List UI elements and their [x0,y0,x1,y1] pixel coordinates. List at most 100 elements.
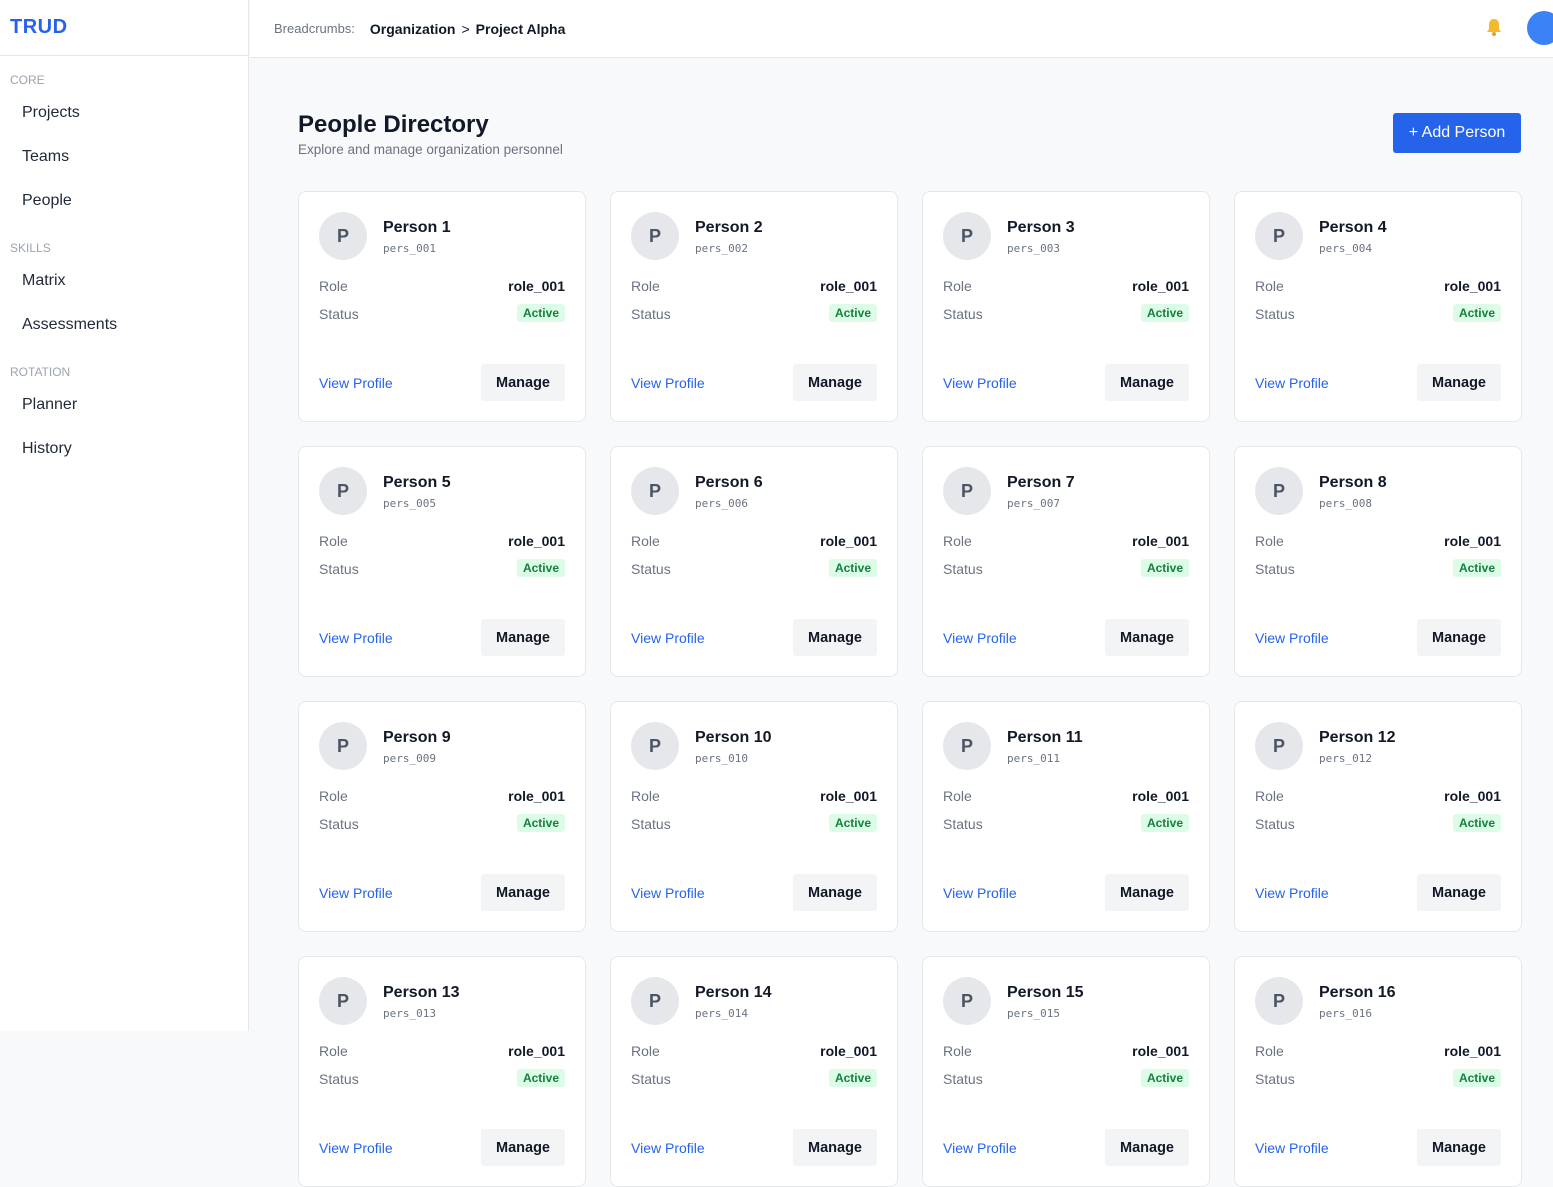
manage-button[interactable]: Manage [481,874,565,911]
role-label: Role [1255,1043,1284,1059]
person-avatar: P [1255,722,1303,770]
person-id: pers_003 [1007,242,1060,255]
user-avatar[interactable] [1527,11,1553,45]
sidebar-item-matrix[interactable]: Matrix [0,259,248,303]
manage-button[interactable]: Manage [1105,619,1189,656]
page-subtitle: Explore and manage organization personne… [298,142,563,157]
person-card: P Person 7 pers_007 Role role_001 Status… [922,446,1210,677]
person-id: pers_016 [1319,1007,1372,1020]
manage-button[interactable]: Manage [1417,1129,1501,1166]
manage-button[interactable]: Manage [793,619,877,656]
person-avatar: P [943,467,991,515]
view-profile-link[interactable]: View Profile [631,630,705,646]
person-card: P Person 4 pers_004 Role role_001 Status… [1234,191,1522,422]
status-badge: Active [828,304,877,322]
person-name: Person 13 [383,984,460,1001]
view-profile-link[interactable]: View Profile [631,1140,705,1156]
manage-button[interactable]: Manage [481,619,565,656]
person-avatar: P [943,212,991,260]
nav-section-core: CORE [10,73,45,87]
view-profile-link[interactable]: View Profile [319,630,393,646]
person-name: Person 10 [695,729,772,746]
view-profile-link[interactable]: View Profile [943,375,1017,391]
view-profile-link[interactable]: View Profile [319,885,393,901]
view-profile-link[interactable]: View Profile [631,885,705,901]
role-label: Role [1255,533,1284,549]
person-card: P Person 8 pers_008 Role role_001 Status… [1234,446,1522,677]
status-label: Status [1255,1071,1295,1087]
sidebar-item-assessments[interactable]: Assessments [0,303,248,347]
bell-icon[interactable] [1485,17,1503,37]
person-name: Person 1 [383,219,451,236]
person-id: pers_012 [1319,752,1372,765]
manage-button[interactable]: Manage [1417,619,1501,656]
manage-button[interactable]: Manage [793,364,877,401]
status-badge: Active [1140,304,1189,322]
role-label: Role [943,788,972,804]
role-value: role_001 [1132,533,1189,549]
view-profile-link[interactable]: View Profile [1255,630,1329,646]
manage-button[interactable]: Manage [1417,874,1501,911]
person-id: pers_007 [1007,497,1060,510]
view-profile-link[interactable]: View Profile [319,375,393,391]
person-id: pers_002 [695,242,748,255]
sidebar-item-planner[interactable]: Planner [0,383,248,427]
role-label: Role [943,1043,972,1059]
person-name: Person 12 [1319,729,1396,746]
status-badge: Active [1140,559,1189,577]
role-label: Role [1255,788,1284,804]
manage-button[interactable]: Manage [793,874,877,911]
role-value: role_001 [1132,278,1189,294]
role-value: role_001 [508,788,565,804]
role-value: role_001 [820,788,877,804]
status-label: Status [631,1071,671,1087]
page-title: People Directory [298,111,489,138]
manage-button[interactable]: Manage [1105,1129,1189,1166]
role-value: role_001 [1444,278,1501,294]
view-profile-link[interactable]: View Profile [631,375,705,391]
role-label: Role [319,1043,348,1059]
manage-button[interactable]: Manage [793,1129,877,1166]
manage-button[interactable]: Manage [1417,364,1501,401]
view-profile-link[interactable]: View Profile [943,630,1017,646]
role-label: Role [943,278,972,294]
sidebar-item-projects[interactable]: Projects [0,91,248,135]
status-badge: Active [1452,559,1501,577]
breadcrumb-organization[interactable]: Organization [370,21,456,37]
sidebar-item-teams[interactable]: Teams [0,135,248,179]
role-value: role_001 [1444,1043,1501,1059]
person-name: Person 15 [1007,984,1084,1001]
person-card: P Person 9 pers_009 Role role_001 Status… [298,701,586,932]
manage-button[interactable]: Manage [1105,364,1189,401]
view-profile-link[interactable]: View Profile [943,1140,1017,1156]
manage-button[interactable]: Manage [481,364,565,401]
manage-button[interactable]: Manage [481,1129,565,1166]
person-id: pers_005 [383,497,436,510]
view-profile-link[interactable]: View Profile [319,1140,393,1156]
person-id: pers_004 [1319,242,1372,255]
view-profile-link[interactable]: View Profile [943,885,1017,901]
person-id: pers_010 [695,752,748,765]
person-avatar: P [631,467,679,515]
role-value: role_001 [508,533,565,549]
person-avatar: P [943,722,991,770]
nav-section-rotation: ROTATION [10,365,71,379]
status-label: Status [319,306,359,322]
sidebar-item-people[interactable]: People [0,179,248,223]
view-profile-link[interactable]: View Profile [1255,885,1329,901]
view-profile-link[interactable]: View Profile [1255,375,1329,391]
sidebar: TRUD CORE Projects Teams People SKILLS M… [0,0,249,1031]
sidebar-item-history[interactable]: History [0,427,248,471]
status-badge: Active [516,1069,565,1087]
role-label: Role [943,533,972,549]
person-avatar: P [943,977,991,1025]
add-person-button[interactable]: + Add Person [1393,113,1521,153]
person-name: Person 16 [1319,984,1396,1001]
breadcrumb-project-alpha[interactable]: Project Alpha [476,21,566,37]
app-logo[interactable]: TRUD [10,16,68,39]
view-profile-link[interactable]: View Profile [1255,1140,1329,1156]
role-value: role_001 [1444,533,1501,549]
person-name: Person 7 [1007,474,1075,491]
status-badge: Active [828,814,877,832]
manage-button[interactable]: Manage [1105,874,1189,911]
